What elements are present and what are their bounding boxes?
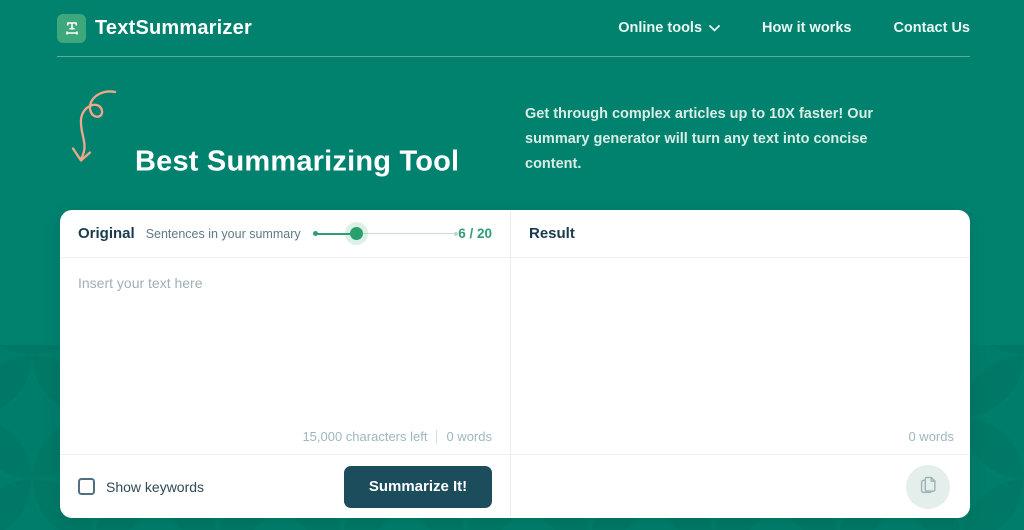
slider-track-rest bbox=[356, 233, 456, 235]
counter-separator bbox=[436, 430, 437, 444]
text-width-icon bbox=[57, 14, 86, 43]
main-nav: Online tools How it works Contact Us bbox=[618, 20, 970, 36]
slider-thumb[interactable] bbox=[350, 227, 363, 240]
original-panel: Original Sentences in your summary 6 / 2… bbox=[60, 210, 511, 518]
show-keywords-checkbox[interactable] bbox=[78, 478, 95, 495]
result-body: 0 words bbox=[511, 258, 970, 454]
original-counters: 15,000 characters left 0 words bbox=[302, 429, 492, 444]
original-word-counter: 0 words bbox=[446, 429, 492, 444]
nav-contact-us-label: Contact Us bbox=[893, 20, 970, 36]
result-title: Result bbox=[529, 225, 575, 242]
sentence-slider[interactable] bbox=[313, 222, 459, 246]
show-keywords-toggle[interactable]: Show keywords bbox=[78, 478, 204, 495]
slider-end-dot bbox=[454, 232, 458, 236]
result-footer bbox=[511, 454, 970, 518]
hero-section: Best Summarizing Tool Get through comple… bbox=[0, 57, 1024, 210]
characters-left-counter: 15,000 characters left bbox=[302, 429, 427, 444]
chevron-down-icon bbox=[709, 20, 720, 36]
original-title: Original bbox=[78, 225, 135, 242]
sentence-slider-label: Sentences in your summary bbox=[146, 227, 301, 241]
show-keywords-label: Show keywords bbox=[106, 479, 204, 495]
nav-how-it-works[interactable]: How it works bbox=[762, 20, 851, 36]
nav-online-tools-label: Online tools bbox=[618, 20, 702, 36]
result-word-counter: 0 words bbox=[908, 429, 954, 444]
brand-logo-group[interactable]: TextSummarizer bbox=[57, 14, 252, 43]
top-header: TextSummarizer Online tools How it works… bbox=[0, 0, 1024, 57]
page-title: Best Summarizing Tool bbox=[135, 146, 459, 179]
original-footer: Show keywords Summarize It! bbox=[60, 454, 510, 518]
page-subtitle: Get through complex articles up to 10X f… bbox=[525, 102, 901, 177]
slider-value: 6 / 20 bbox=[458, 226, 492, 241]
result-panel-header: Result bbox=[511, 210, 970, 258]
copy-icon bbox=[917, 474, 939, 499]
source-text-input[interactable] bbox=[60, 258, 510, 454]
nav-online-tools[interactable]: Online tools bbox=[618, 20, 720, 36]
summarize-button[interactable]: Summarize It! bbox=[344, 466, 492, 508]
nav-contact-us[interactable]: Contact Us bbox=[893, 20, 970, 36]
nav-how-it-works-label: How it works bbox=[762, 20, 851, 36]
original-panel-header: Original Sentences in your summary 6 / 2… bbox=[60, 210, 510, 258]
brand-name: TextSummarizer bbox=[95, 17, 252, 40]
original-body: 15,000 characters left 0 words bbox=[60, 258, 510, 454]
curly-arrow-icon bbox=[66, 85, 118, 174]
summarizer-card: Original Sentences in your summary 6 / 2… bbox=[60, 210, 970, 518]
result-panel: Result 0 words bbox=[511, 210, 970, 518]
copy-result-button[interactable] bbox=[906, 465, 950, 509]
